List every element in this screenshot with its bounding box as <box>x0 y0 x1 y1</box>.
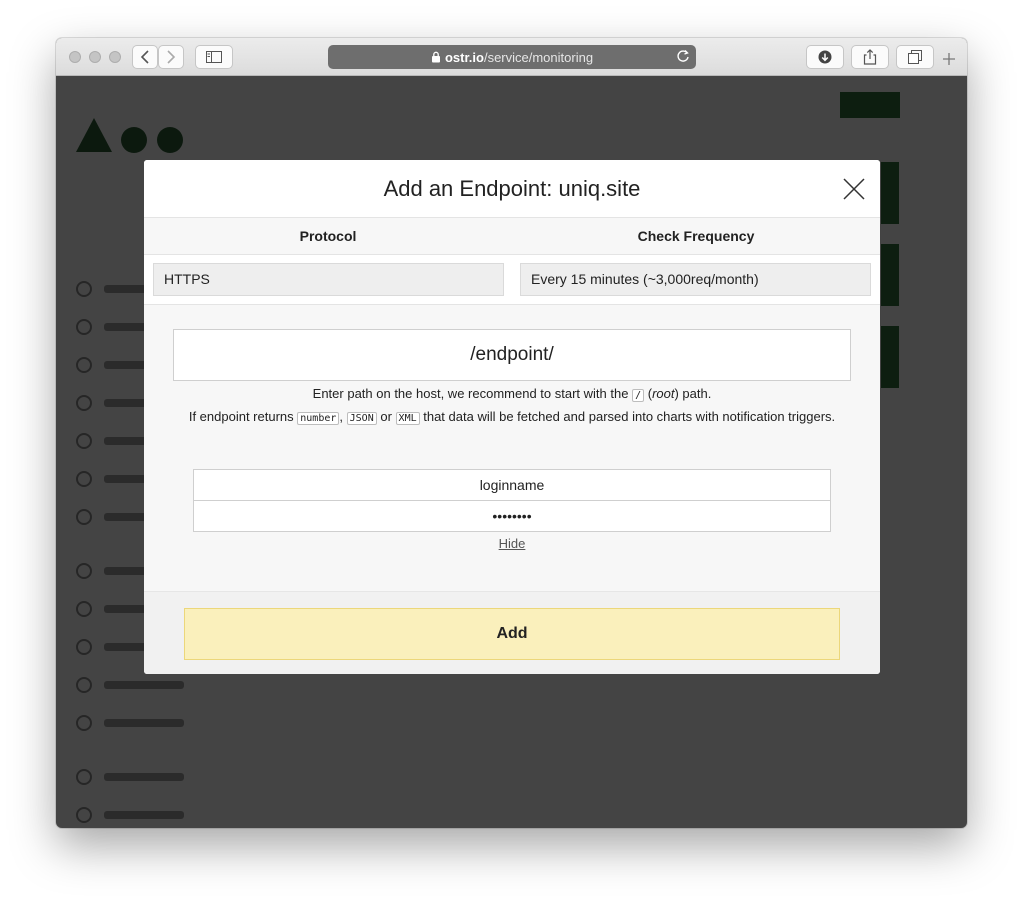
hint-text: Enter path on the host, we recommend to … <box>312 386 629 401</box>
lock-icon <box>431 51 440 63</box>
browser-window: ostr.io/service/monitoring Add an Endpoi… <box>56 38 967 828</box>
browser-toolbar: ostr.io/service/monitoring <box>56 38 967 76</box>
share-icon <box>863 49 877 65</box>
tabs-overview-button[interactable] <box>896 45 934 69</box>
protocol-select[interactable]: HTTPS <box>153 263 504 296</box>
select-row: HTTPS Every 15 minutes (~3,000req/month) <box>144 255 880 305</box>
close-icon[interactable] <box>842 177 866 201</box>
url-path: /service/monitoring <box>483 49 594 65</box>
close-window-dot[interactable] <box>69 51 81 63</box>
reload-icon[interactable] <box>676 49 690 63</box>
endpoint-path-input[interactable]: /endpoint/ <box>173 329 851 381</box>
root-word: root <box>652 386 675 401</box>
add-endpoint-modal: Add an Endpoint: uniq.site Protocol Chec… <box>144 160 880 674</box>
modal-header: Add an Endpoint: uniq.site <box>144 160 880 218</box>
xml-code: XML <box>395 412 420 425</box>
root-code: / <box>632 389 645 402</box>
hide-credentials-link[interactable]: Hide <box>144 536 880 551</box>
frequency-select[interactable]: Every 15 minutes (~3,000req/month) <box>520 263 871 296</box>
number-code: number <box>297 412 340 425</box>
chevron-left-icon <box>140 50 149 64</box>
path-hint: Enter path on the host, we recommend to … <box>184 383 840 429</box>
page-content: Add an Endpoint: uniq.site Protocol Chec… <box>56 76 967 828</box>
modal-footer: Add <box>144 591 880 674</box>
share-button[interactable] <box>851 45 889 69</box>
chevron-right-icon <box>167 50 176 64</box>
address-bar[interactable]: ostr.io/service/monitoring <box>328 45 696 69</box>
zoom-window-dot[interactable] <box>109 51 121 63</box>
new-tab-button[interactable] <box>942 52 962 72</box>
frequency-header: Check Frequency <box>637 228 755 244</box>
hint-text: If endpoint returns <box>188 409 294 424</box>
protocol-header: Protocol <box>299 228 357 244</box>
minimize-window-dot[interactable] <box>89 51 101 63</box>
tabs-icon <box>908 50 922 64</box>
login-input[interactable]: loginname <box>193 469 831 501</box>
column-headers: Protocol Check Frequency <box>144 218 880 255</box>
back-button[interactable] <box>132 45 158 69</box>
download-icon <box>818 50 832 64</box>
password-input[interactable]: •••••••• <box>193 500 831 532</box>
sidebar-toggle-button[interactable] <box>195 45 233 69</box>
add-button[interactable]: Add <box>184 608 840 660</box>
sidebar-icon <box>206 51 222 63</box>
modal-title: Add an Endpoint: uniq.site <box>383 175 641 201</box>
json-code: JSON <box>346 412 377 425</box>
hint-text: that data will be fetched and parsed int… <box>423 409 836 424</box>
url-host: ostr.io <box>444 49 484 65</box>
hint-text: ) path. <box>674 386 712 401</box>
plus-icon <box>943 53 955 65</box>
forward-button[interactable] <box>158 45 184 69</box>
downloads-button[interactable] <box>806 45 844 69</box>
hint-text: or <box>380 409 392 424</box>
hint-text: , <box>339 409 344 424</box>
